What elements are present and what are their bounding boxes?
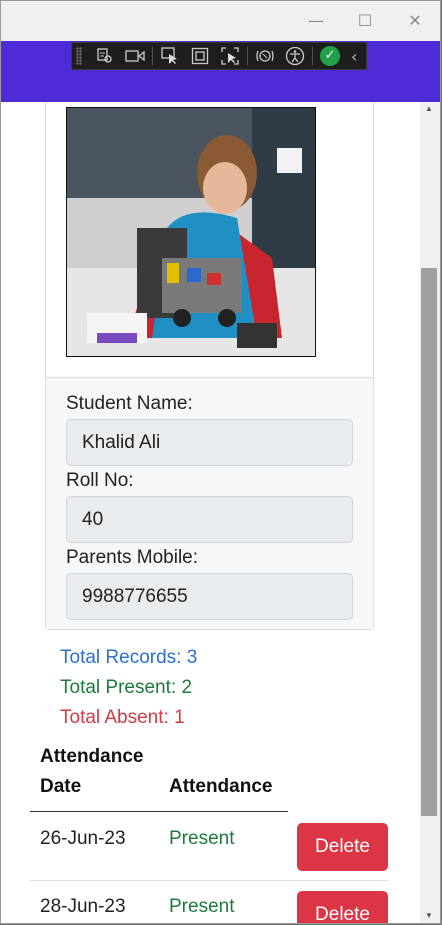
total-absent-text: Total Absent: 1: [60, 707, 185, 728]
status-check-icon[interactable]: ✓: [315, 44, 345, 68]
binding-failures-icon[interactable]: [250, 44, 280, 68]
roll-no-field[interactable]: 40: [66, 496, 353, 543]
scroll-down-arrow-icon[interactable]: ▼: [425, 911, 433, 920]
title-bar: — ☐ ✕: [1, 1, 440, 41]
scroll-up-arrow-icon[interactable]: ▲: [425, 104, 433, 113]
main-content: Student Name: Khalid Ali Roll No: 40 Par…: [1, 102, 420, 923]
grip-icon[interactable]: [76, 47, 82, 65]
roll-no-label: Roll No:: [66, 470, 134, 491]
column-header-date-line2: Date: [40, 776, 82, 797]
video-icon[interactable]: [120, 44, 150, 68]
xaml-devtools-toolbar: ✓ ‹: [71, 42, 367, 70]
toolbar-separator: [247, 47, 248, 65]
vertical-scrollbar[interactable]: ▲ ▼: [420, 102, 440, 923]
student-details: Student Name: Khalid Ali Roll No: 40 Par…: [46, 377, 373, 629]
table-row-divider: [30, 880, 388, 881]
close-button[interactable]: ✕: [395, 7, 435, 35]
student-name-field[interactable]: Khalid Ali: [66, 419, 353, 466]
toolbar-separator: [312, 47, 313, 65]
select-element-icon[interactable]: [155, 44, 185, 68]
column-header-date: Attendance Date: [40, 742, 143, 802]
student-name-label: Student Name:: [66, 393, 193, 414]
toolbar-separator: [152, 47, 153, 65]
delete-button[interactable]: Delete: [297, 891, 388, 923]
parents-mobile-label: Parents Mobile:: [66, 547, 199, 568]
scrollbar-thumb[interactable]: [421, 268, 437, 816]
app-window: — ☐ ✕ ✓ ‹ Student Name: Khalid Ali Roll …: [0, 0, 441, 924]
accessibility-icon[interactable]: [280, 44, 310, 68]
student-photo: [66, 107, 316, 357]
delete-button[interactable]: Delete: [297, 823, 388, 871]
collapse-chevron-icon[interactable]: ‹: [351, 47, 357, 66]
live-visual-tree-icon[interactable]: [90, 44, 120, 68]
track-focus-icon[interactable]: [215, 44, 245, 68]
column-header-date-line1: Attendance: [40, 746, 144, 767]
column-header-attendance: Attendance: [169, 776, 273, 797]
display-layout-adorners-icon[interactable]: [185, 44, 215, 68]
row-date: 26-Jun-23: [40, 828, 126, 849]
parents-mobile-field[interactable]: 9988776655: [66, 573, 353, 620]
row-status: Present: [169, 896, 235, 917]
total-present-text: Total Present: 2: [60, 677, 193, 698]
row-date: 28-Jun-23: [40, 896, 126, 917]
maximize-button[interactable]: ☐: [345, 7, 385, 35]
app-header-bar: ✓ ‹: [1, 41, 440, 102]
student-card: Student Name: Khalid Ali Roll No: 40 Par…: [45, 102, 374, 630]
row-status: Present: [169, 828, 235, 849]
table-header-divider: [30, 811, 288, 812]
total-records-text: Total Records: 3: [60, 647, 198, 668]
minimize-button[interactable]: —: [296, 7, 336, 35]
